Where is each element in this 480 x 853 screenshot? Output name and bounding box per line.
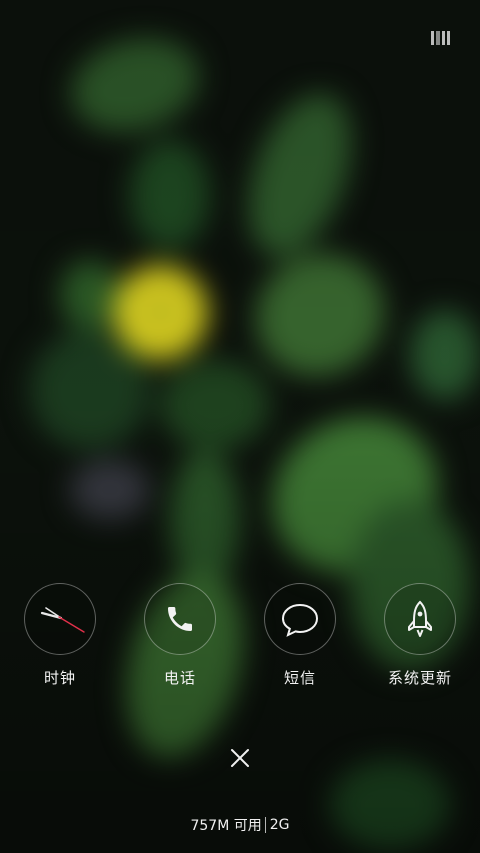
recent-app-messages[interactable]: 短信 xyxy=(250,583,350,688)
close-icon xyxy=(231,749,249,767)
recent-app-clock[interactable]: 时钟 xyxy=(10,583,110,688)
rocket-icon xyxy=(408,600,432,637)
recent-app-phone[interactable]: 电话 xyxy=(130,583,230,688)
recent-app-label: 短信 xyxy=(283,669,316,687)
app-icon-ring[interactable] xyxy=(384,583,456,655)
memory-divider xyxy=(264,817,266,833)
phone-icon xyxy=(168,607,192,631)
recent-app-label: 电话 xyxy=(163,669,196,687)
app-icon-ring[interactable] xyxy=(264,583,336,655)
message-icon xyxy=(281,603,319,637)
app-icon-ring[interactable] xyxy=(144,583,216,655)
recent-app-system-update[interactable]: 系统更新 xyxy=(370,583,470,688)
clock-icon xyxy=(40,607,85,633)
clear-all-button[interactable] xyxy=(224,742,256,774)
recent-app-label: 时钟 xyxy=(43,669,76,687)
recent-app-label: 系统更新 xyxy=(387,669,452,687)
memory-freed: 2G xyxy=(269,817,290,833)
recents-screen: 时钟 电话 短信 系统更新 757M 可用 2G xyxy=(0,0,480,853)
view-toggle-icon[interactable] xyxy=(431,31,450,45)
app-icon-ring[interactable] xyxy=(24,583,96,655)
recent-apps-row: 时钟 电话 短信 系统更新 xyxy=(0,583,480,693)
wallpaper-dim-overlay xyxy=(0,0,480,853)
memory-status: 757M 可用 2G xyxy=(0,815,480,835)
memory-available: 757M 可用 xyxy=(190,818,262,834)
